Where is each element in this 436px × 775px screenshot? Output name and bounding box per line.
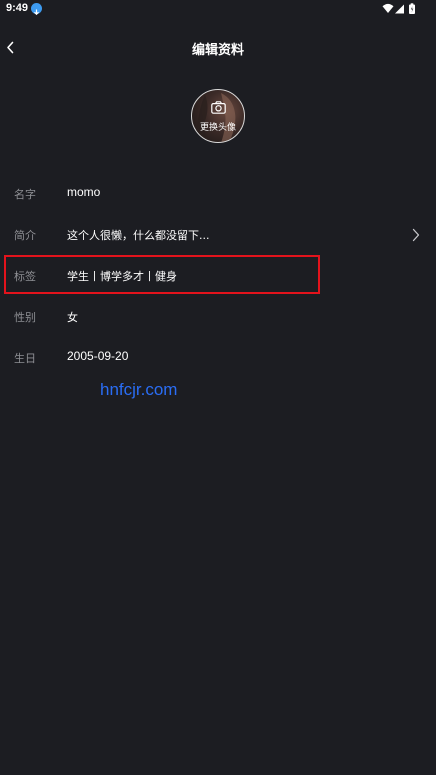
watermark-text: hnfcjr.com bbox=[100, 380, 178, 399]
birthday-label: 生日 bbox=[14, 352, 36, 365]
signal-icon bbox=[395, 4, 404, 14]
gender-value: 女 bbox=[67, 311, 78, 324]
change-avatar-label: 更换头像 bbox=[199, 123, 236, 133]
avatar bbox=[191, 89, 245, 143]
gender-row[interactable]: 性别 女 bbox=[0, 305, 436, 329]
birthday-value: 2005-09-20 bbox=[67, 349, 129, 363]
change-avatar-button[interactable]: 更换头像 bbox=[191, 89, 245, 143]
birthday-row[interactable]: 生日 2005-09-20 bbox=[0, 346, 436, 370]
battery-icon bbox=[409, 3, 415, 14]
wifi-icon bbox=[382, 3, 394, 13]
intro-row[interactable]: 简介 这个人很懒，什么都没留下... bbox=[0, 223, 436, 247]
name-label: 名字 bbox=[14, 188, 36, 201]
status-time: 9:49 bbox=[6, 2, 29, 14]
status-icons bbox=[382, 3, 418, 15]
status-bar: 9:49 bbox=[0, 0, 436, 20]
download-icon bbox=[31, 3, 42, 16]
chevron-right-icon bbox=[412, 228, 420, 242]
intro-value: 这个人很懒，什么都没留下... bbox=[67, 229, 210, 242]
gender-label: 性别 bbox=[14, 311, 36, 324]
tags-highlight-box bbox=[4, 255, 320, 294]
camera-icon bbox=[211, 101, 226, 114]
page-title: 编辑资料 bbox=[191, 43, 244, 58]
name-value: momo bbox=[67, 185, 101, 199]
name-row[interactable]: 名字 momo bbox=[0, 182, 436, 206]
intro-label: 简介 bbox=[14, 229, 36, 242]
top-bar: 编辑资料 bbox=[0, 30, 436, 66]
